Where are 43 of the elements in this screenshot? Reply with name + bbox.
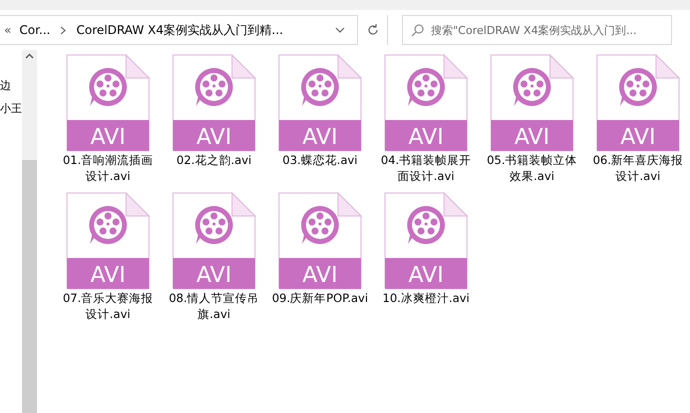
file-name[interactable]: 02.花之韵.avi <box>165 152 263 168</box>
search-icon <box>411 24 424 37</box>
file-name[interactable]: 04.书籍装帧展开面设计.avi <box>377 152 475 184</box>
file-name[interactable]: 10.冰爽橙汁.avi <box>377 290 475 306</box>
file-type-label: AVI <box>408 263 444 288</box>
file-name[interactable]: 03.蝶恋花.avi <box>271 152 369 168</box>
file-type-label: AVI <box>196 263 232 288</box>
file-name[interactable]: 09.庆新年POP.avi <box>271 290 369 306</box>
scrollbar[interactable] <box>22 50 37 413</box>
video-file-icon[interactable] <box>384 192 468 289</box>
file-type-label: AVI <box>408 125 444 150</box>
video-file-icon[interactable] <box>278 54 362 151</box>
file-type-label: AVI <box>302 263 338 288</box>
video-file-icon[interactable] <box>278 192 362 289</box>
dropdown-icon[interactable] <box>335 27 345 33</box>
search-field[interactable]: 搜索"CorelDRAW X4案例实战从入门到... <box>402 15 672 45</box>
video-file-icon[interactable] <box>172 54 256 151</box>
nav-item[interactable]: 边 <box>0 78 22 93</box>
file-name[interactable]: 07.音乐大赛海报设计.avi <box>59 290 157 322</box>
file-type-label: AVI <box>90 125 126 150</box>
file-name[interactable]: 06.新年喜庆海报设计.avi <box>589 152 687 184</box>
video-file-icon[interactable] <box>596 54 680 151</box>
refresh-icon[interactable] <box>366 23 380 37</box>
nav-item[interactable]: 小王 <box>0 101 22 116</box>
video-file-icon[interactable] <box>490 54 574 151</box>
video-file-icon[interactable] <box>172 192 256 289</box>
video-file-icon[interactable] <box>66 192 150 289</box>
file-type-label: AVI <box>196 125 232 150</box>
file-name[interactable]: 08.情人节宣传吊旗.avi <box>165 290 263 322</box>
chevron-right-icon[interactable] <box>60 26 66 34</box>
address-bar[interactable]: « Cor... CorelDRAW X4案例实战从入门到精... <box>0 15 388 45</box>
video-file-icon[interactable] <box>384 54 468 151</box>
file-name[interactable]: 05.书籍装帧立体效果.avi <box>483 152 581 184</box>
file-name[interactable]: 01.音响潮流插画设计.avi <box>59 152 157 184</box>
file-type-label: AVI <box>514 125 550 150</box>
breadcrumb[interactable]: CorelDRAW X4案例实战从入门到精... <box>76 22 284 38</box>
file-type-label: AVI <box>302 125 338 150</box>
file-type-label: AVI <box>620 125 656 150</box>
overflow-chevron[interactable]: « <box>4 23 12 37</box>
file-type-label: AVI <box>90 263 126 288</box>
breadcrumb[interactable]: Cor... <box>19 23 50 37</box>
video-file-icon[interactable] <box>66 54 150 151</box>
scrollbar-thumb[interactable] <box>22 160 37 413</box>
